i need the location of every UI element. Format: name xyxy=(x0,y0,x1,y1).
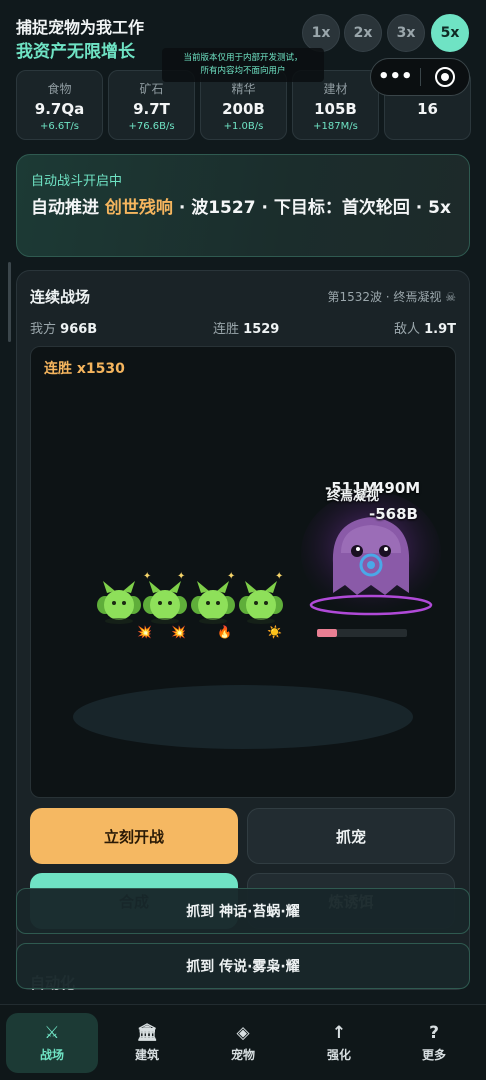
damage-number: 490M xyxy=(374,479,421,497)
resource-rate: +1.0B/s xyxy=(223,121,264,132)
nav-buildings[interactable]: 🏛 建筑 xyxy=(101,1013,193,1073)
resource-rate: +76.6B/s xyxy=(128,121,175,132)
ally-pet-sprite xyxy=(239,581,283,624)
sparkle-icon: ✦ xyxy=(275,571,284,582)
enemy-name: 终焉凝视 xyxy=(327,489,380,504)
scrollbar[interactable] xyxy=(8,262,11,342)
damage-number: -568B xyxy=(369,505,418,523)
speed-3x-button[interactable]: 3x xyxy=(387,14,425,52)
app-subtitle: 我资产无限增长 xyxy=(16,42,135,62)
hit-effect-icon: 💥 xyxy=(171,625,186,639)
enemy-power-stat: 敌人 1.9T xyxy=(394,318,456,337)
stat-value: 1529 xyxy=(243,322,280,337)
dev-notice: 当前版本仅用于内部开发测试， 所有内容均不面向用户 xyxy=(162,48,324,82)
ally-pet-sprite xyxy=(191,581,235,624)
resource-label: 建材 xyxy=(323,82,348,96)
enemy-hp-bar xyxy=(317,629,407,637)
start-battle-button[interactable]: 立刻开战 xyxy=(30,808,238,864)
auto-battle-banner: 自动战斗开启中 自动推进 创世残响 · 波1527 · 下目标：首次轮回 · 5… xyxy=(16,154,470,257)
auto-battle-progress: 自动推进 创世残响 · 波1527 · 下目标：首次轮回 · 5x xyxy=(31,195,459,221)
enemy-hp-fill xyxy=(317,629,337,637)
bottom-nav: ⚔ 战场 🏛 建筑 ◈ 宠物 ↑ 强化 ? 更多 xyxy=(0,1004,486,1080)
speed-1x-button[interactable]: 1x xyxy=(302,14,340,52)
catch-toast: 抓到 传说·雾枭·耀 xyxy=(16,943,470,989)
nav-battlefield[interactable]: ⚔ 战场 xyxy=(6,1013,98,1073)
stat-label: 我方 xyxy=(30,322,57,337)
resource-value: 200B xyxy=(222,100,265,118)
resource-food: 食物 9.7Qa +6.6T/s xyxy=(16,70,103,140)
resource-value: 16 xyxy=(417,100,438,118)
stat-label: 敌人 xyxy=(393,322,420,337)
resource-label: 精华 xyxy=(231,82,256,96)
nav-more[interactable]: ? 更多 xyxy=(388,1013,480,1073)
question-icon: ? xyxy=(429,1023,439,1043)
stage-name: 创世残响 xyxy=(104,198,173,218)
progress-suffix: · 波1527 · 下目标：首次轮回 · 5x xyxy=(172,198,451,218)
nav-upgrade[interactable]: ↑ 强化 xyxy=(293,1013,385,1073)
sparkle-icon: ✦ xyxy=(227,571,236,582)
resource-label: 食物 xyxy=(47,82,72,96)
speed-5x-button[interactable]: 5x xyxy=(431,14,469,52)
ally-power-stat: 我方 966B xyxy=(30,318,97,337)
battle-title: 连续战场 xyxy=(30,288,91,306)
stat-value: 966B xyxy=(60,322,98,337)
progress-prefix: 自动推进 xyxy=(31,198,105,218)
arrow-up-icon: ↑ xyxy=(331,1023,347,1043)
dev-notice-line: 当前版本仅用于内部开发测试， xyxy=(183,53,303,63)
diamond-icon: ◈ xyxy=(236,1023,250,1043)
battle-arena[interactable]: 连胜 x1530 ✦ ✦ ✦ ✦ 💥 💥 🔥 ☀️ -511M 490M 终焉凝… xyxy=(30,346,456,798)
arena-streak: 连胜 x1530 xyxy=(44,361,125,377)
building-icon: 🏛 xyxy=(136,1023,158,1043)
ally-pet-sprite xyxy=(97,581,141,624)
catch-pet-button[interactable]: 抓宠 xyxy=(247,808,455,864)
resource-label: 矿石 xyxy=(139,82,164,96)
speed-2x-button[interactable]: 2x xyxy=(344,14,382,52)
auto-battle-status: 自动战斗开启中 xyxy=(31,174,123,189)
app-title: 捕捉宠物为我工作 xyxy=(16,18,145,37)
hit-effect-icon: ☀️ xyxy=(267,625,282,639)
nav-label: 宠物 xyxy=(230,1048,255,1062)
sparkle-icon: ✦ xyxy=(143,571,152,582)
swords-icon: ⚔ xyxy=(44,1023,60,1043)
sparkle-icon: ✦ xyxy=(177,571,186,582)
nav-label: 建筑 xyxy=(134,1048,159,1062)
nav-label: 强化 xyxy=(326,1048,351,1062)
resource-rate: +187M/s xyxy=(313,121,358,132)
wave-info: 第1532波 · 终焉凝视 ☠ xyxy=(327,290,456,304)
nav-pets[interactable]: ◈ 宠物 xyxy=(197,1013,289,1073)
stat-label: 连胜 xyxy=(213,322,240,337)
more-icon[interactable]: ••• xyxy=(371,59,420,95)
nav-label: 更多 xyxy=(421,1048,446,1062)
close-target-icon[interactable] xyxy=(420,67,469,87)
catch-toast: 抓到 神话·苔蜗·耀 xyxy=(16,888,470,934)
streak-stat: 连胜 1529 xyxy=(213,318,279,337)
resource-value: 9.7Qa xyxy=(34,100,85,118)
miniprogram-capsule: ••• xyxy=(370,58,470,96)
resource-rate: +6.6T/s xyxy=(40,121,79,132)
nav-label: 战场 xyxy=(39,1048,64,1062)
resource-value: 105B xyxy=(314,100,357,118)
stat-value: 1.9T xyxy=(424,322,456,337)
resource-value: 9.7T xyxy=(133,100,170,118)
hit-effect-icon: 💥 xyxy=(137,625,152,639)
ally-pet-sprite xyxy=(143,581,187,624)
hit-effect-icon: 🔥 xyxy=(217,625,232,639)
arena-floor xyxy=(73,685,413,749)
dev-notice-line: 所有内容均不面向用户 xyxy=(200,66,286,76)
